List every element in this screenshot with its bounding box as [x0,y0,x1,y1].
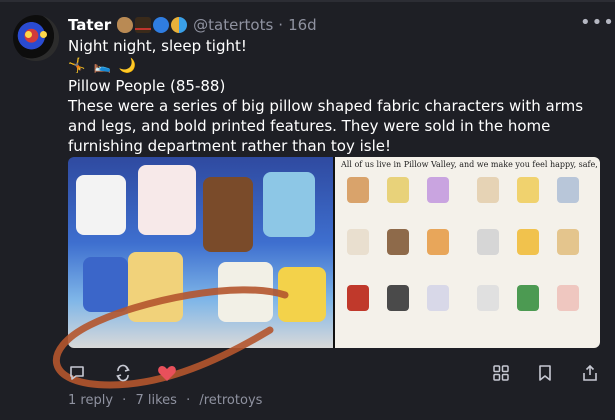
like-heart-icon[interactable] [156,362,178,384]
avatar[interactable] [13,15,59,61]
pillow-character [76,175,126,235]
pillow-character [128,252,183,322]
post-content: Night night, sleep tight! 🤸 🛌 🌙 Pillow P… [68,36,588,156]
avatar-detail [40,31,47,38]
media-gallery: All of us live in Pillow Valley, and we … [68,157,600,348]
blue-circle-emoji-icon [153,17,170,33]
top-divider [0,0,615,2]
pillow-character [203,177,253,252]
pillow-character [263,172,315,237]
catalog-character [517,285,539,311]
post-line-3: Pillow People (85-88) [68,77,226,95]
more-options-icon[interactable]: ••• [580,12,615,33]
post-time[interactable]: 16d [288,16,317,34]
theater-masks-emoji-icon [171,17,188,33]
catalog-character [557,229,579,255]
catalog-character [477,229,499,255]
catalog-character [347,229,369,255]
media-image-pillow-people-photo[interactable] [68,157,333,348]
media-image-pillow-valley-catalog[interactable]: All of us live in Pillow Valley, and we … [335,157,600,348]
catalog-character [347,285,369,311]
catalog-character [427,285,449,311]
boost-icon[interactable] [112,362,134,384]
catalog-character [427,229,449,255]
separator-dot: · [186,393,191,408]
catalog-character [477,177,499,203]
catalog-character [387,177,409,203]
catalog-character [387,229,409,255]
catalog-caption: All of us live in Pillow Valley, and we … [341,160,600,169]
grid-icon[interactable] [490,362,512,384]
catalog-character [517,177,539,203]
share-icon[interactable] [579,362,601,384]
catalog-character [427,177,449,203]
reply-icon[interactable] [66,362,88,384]
bookmark-icon[interactable] [534,362,556,384]
catalog-character [557,285,579,311]
post-header: Tater @tatertots · 16d [68,14,317,36]
catalog-character [347,177,369,203]
crescent-moon-emoji-icon: 🌙 [118,58,137,74]
separator-dot: · [278,16,284,34]
potato-emoji-icon [117,17,134,33]
pillow-character [138,165,196,235]
separator-dot: · [122,393,127,408]
post-stats: 1 reply · 7 likes · /retrotoys [68,393,262,408]
pillow-character [278,267,326,322]
author-handle[interactable]: @tatertots [193,16,273,34]
top-hat-emoji-icon [135,17,152,33]
bed-emoji-icon: 🛌 [93,58,111,74]
post-emoji-line: 🤸 🛌 🌙 [68,56,588,76]
author-name[interactable]: Tater [68,16,111,34]
catalog-character [387,285,409,311]
post-actions [0,362,615,386]
catalog-character [477,285,499,311]
hashtag-link[interactable]: /retrotoys [199,393,262,408]
catalog-character [517,229,539,255]
pillow-character [83,257,128,312]
pillow-character [218,262,273,322]
author-emojis [117,17,188,33]
person-cartwheeling-emoji-icon: 🤸 [68,58,86,74]
avatar-detail [25,31,32,38]
reply-count[interactable]: 1 reply [68,393,113,408]
post-body: These were a series of big pillow shaped… [68,97,584,155]
like-count[interactable]: 7 likes [135,393,176,408]
post-line-1: Night night, sleep tight! [68,37,247,55]
catalog-character [557,177,579,203]
